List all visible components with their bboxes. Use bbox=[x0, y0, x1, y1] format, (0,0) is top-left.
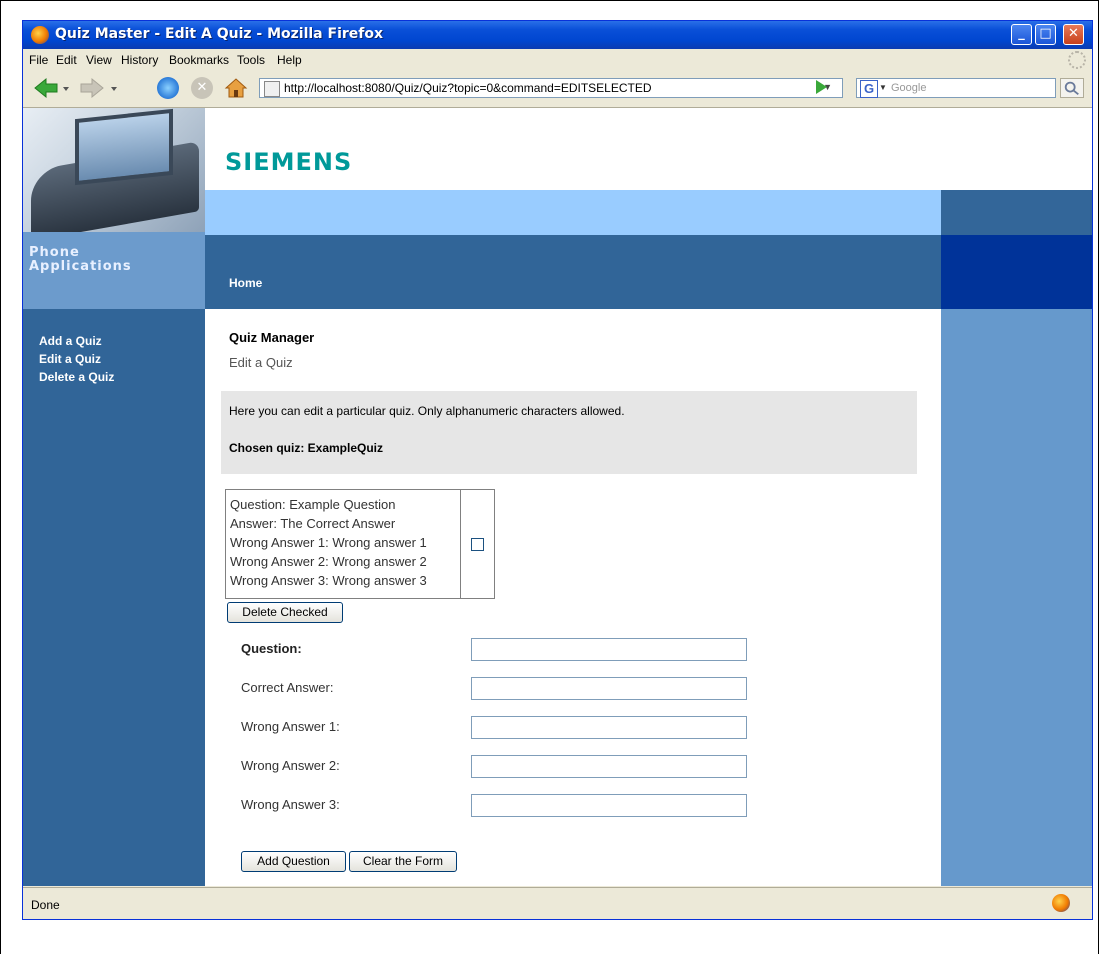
browser-window: Quiz Master - Edit A Quiz - Mozilla Fire… bbox=[22, 20, 1093, 920]
correct-answer-field[interactable] bbox=[471, 677, 747, 700]
question-field[interactable] bbox=[471, 638, 747, 661]
wrong-answer-3-field[interactable] bbox=[471, 794, 747, 817]
main-column: SIEMENS Home Quiz Manager Edit a Quiz He… bbox=[205, 108, 941, 886]
menu-file[interactable]: File bbox=[29, 53, 48, 67]
page-favicon-icon bbox=[264, 81, 280, 97]
url-text: http://localhost:8080/Quiz/Quiz?topic=0&… bbox=[284, 81, 652, 95]
forward-arrow-icon[interactable] bbox=[79, 77, 105, 99]
engine-dropdown-icon[interactable]: ▼ bbox=[879, 83, 887, 92]
phone-label-line1: Phone bbox=[29, 245, 80, 260]
phone-label-line2: Applications bbox=[29, 259, 132, 274]
question-line: Question: Example Question bbox=[230, 497, 396, 512]
phone-applications-banner: Phone Applications bbox=[23, 232, 205, 309]
sidebar-item-edit-quiz[interactable]: Edit a Quiz bbox=[39, 350, 114, 368]
wrong-answer-2-field[interactable] bbox=[471, 755, 747, 778]
navigation-toolbar: ✕ http://localhost:8080/Quiz/Quiz?topic=… bbox=[23, 71, 1092, 108]
menu-view[interactable]: View bbox=[86, 53, 112, 67]
title-bar: Quiz Master - Edit A Quiz - Mozilla Fire… bbox=[23, 21, 1092, 49]
page-title: Quiz Manager bbox=[229, 330, 315, 345]
home-link[interactable]: Home bbox=[229, 276, 262, 290]
siemens-logo: SIEMENS bbox=[225, 148, 353, 176]
status-text: Done bbox=[31, 898, 60, 912]
chosen-quiz-label: Chosen quiz: ExampleQuiz bbox=[229, 441, 384, 455]
right-column-band-1 bbox=[941, 190, 1092, 235]
page-subtitle: Edit a Quiz bbox=[229, 355, 293, 370]
wrong-answer-1-field[interactable] bbox=[471, 716, 747, 739]
question-label: Question: bbox=[241, 641, 302, 656]
url-bar[interactable]: http://localhost:8080/Quiz/Quiz?topic=0&… bbox=[259, 78, 843, 98]
phone-applications-label: Phone Applications bbox=[29, 246, 132, 274]
menu-help[interactable]: Help bbox=[277, 53, 302, 67]
right-column-top bbox=[941, 108, 1092, 190]
answer-line: Answer: The Correct Answer bbox=[230, 516, 396, 531]
info-box: Here you can edit a particular quiz. Onl… bbox=[221, 391, 917, 474]
clear-form-button[interactable]: Clear the Form bbox=[349, 851, 457, 872]
menu-tools[interactable]: Tools bbox=[237, 53, 265, 67]
firefox-icon bbox=[31, 26, 49, 44]
sidebar-nav: Add a Quiz Edit a Quiz Delete a Quiz bbox=[39, 332, 114, 386]
header-band-dark bbox=[205, 235, 941, 309]
wrong-answer-1-line: Wrong Answer 1: Wrong answer 1 bbox=[230, 535, 427, 550]
close-button[interactable]: ✕ bbox=[1063, 24, 1084, 45]
menu-bookmarks[interactable]: Bookmarks bbox=[169, 53, 229, 67]
sidebar-item-add-quiz[interactable]: Add a Quiz bbox=[39, 332, 114, 350]
phone-image bbox=[23, 108, 205, 232]
right-column-band-2 bbox=[941, 235, 1092, 309]
status-bar: Done bbox=[23, 887, 1092, 919]
question-details-cell: Question: Example Question Answer: The C… bbox=[226, 490, 461, 598]
wrong-answer-2-label: Wrong Answer 2: bbox=[241, 758, 340, 773]
correct-answer-label: Correct Answer: bbox=[241, 680, 334, 695]
wrong-answer-1-label: Wrong Answer 1: bbox=[241, 719, 340, 734]
google-engine-icon[interactable]: G bbox=[860, 80, 878, 98]
search-magnifier-icon[interactable] bbox=[1060, 78, 1084, 98]
wrong-answer-3-label: Wrong Answer 3: bbox=[241, 797, 340, 812]
firefox-status-icon bbox=[1052, 894, 1070, 912]
left-sidebar: Phone Applications Add a Quiz Edit a Qui… bbox=[23, 108, 205, 886]
maximize-button[interactable]: □ bbox=[1035, 24, 1056, 45]
sidebar-item-delete-quiz[interactable]: Delete a Quiz bbox=[39, 368, 114, 386]
stop-icon[interactable]: ✕ bbox=[191, 77, 213, 99]
page-content: Phone Applications Add a Quiz Edit a Qui… bbox=[23, 108, 1092, 886]
wrong-answer-3-line: Wrong Answer 3: Wrong answer 3 bbox=[230, 573, 427, 588]
search-placeholder: Google bbox=[891, 82, 927, 94]
home-icon[interactable] bbox=[224, 76, 248, 100]
minimize-button[interactable]: _ bbox=[1011, 24, 1032, 45]
go-arrow-icon[interactable] bbox=[816, 80, 827, 94]
header-band-light bbox=[205, 190, 941, 235]
back-arrow-icon[interactable] bbox=[33, 77, 59, 99]
question-checkbox[interactable] bbox=[471, 538, 484, 551]
phone-screen bbox=[75, 108, 173, 186]
reload-icon[interactable] bbox=[157, 77, 179, 99]
back-history-dropdown-icon[interactable] bbox=[63, 87, 69, 91]
throbber-icon bbox=[1068, 51, 1086, 69]
right-column bbox=[941, 108, 1092, 886]
window-title: Quiz Master - Edit A Quiz - Mozilla Fire… bbox=[55, 26, 384, 42]
search-input[interactable]: G ▼ Google bbox=[856, 78, 1056, 98]
info-text: Here you can edit a particular quiz. Onl… bbox=[229, 404, 625, 418]
forward-history-dropdown-icon[interactable] bbox=[111, 87, 117, 91]
menu-history[interactable]: History bbox=[121, 53, 158, 67]
question-table: Question: Example Question Answer: The C… bbox=[225, 489, 495, 599]
menu-edit[interactable]: Edit bbox=[56, 53, 77, 67]
wrong-answer-2-line: Wrong Answer 2: Wrong answer 2 bbox=[230, 554, 427, 569]
delete-checked-button[interactable]: Delete Checked bbox=[227, 602, 343, 623]
menu-bar: File Edit View History Bookmarks Tools H… bbox=[23, 49, 1092, 71]
add-question-button[interactable]: Add Question bbox=[241, 851, 346, 872]
